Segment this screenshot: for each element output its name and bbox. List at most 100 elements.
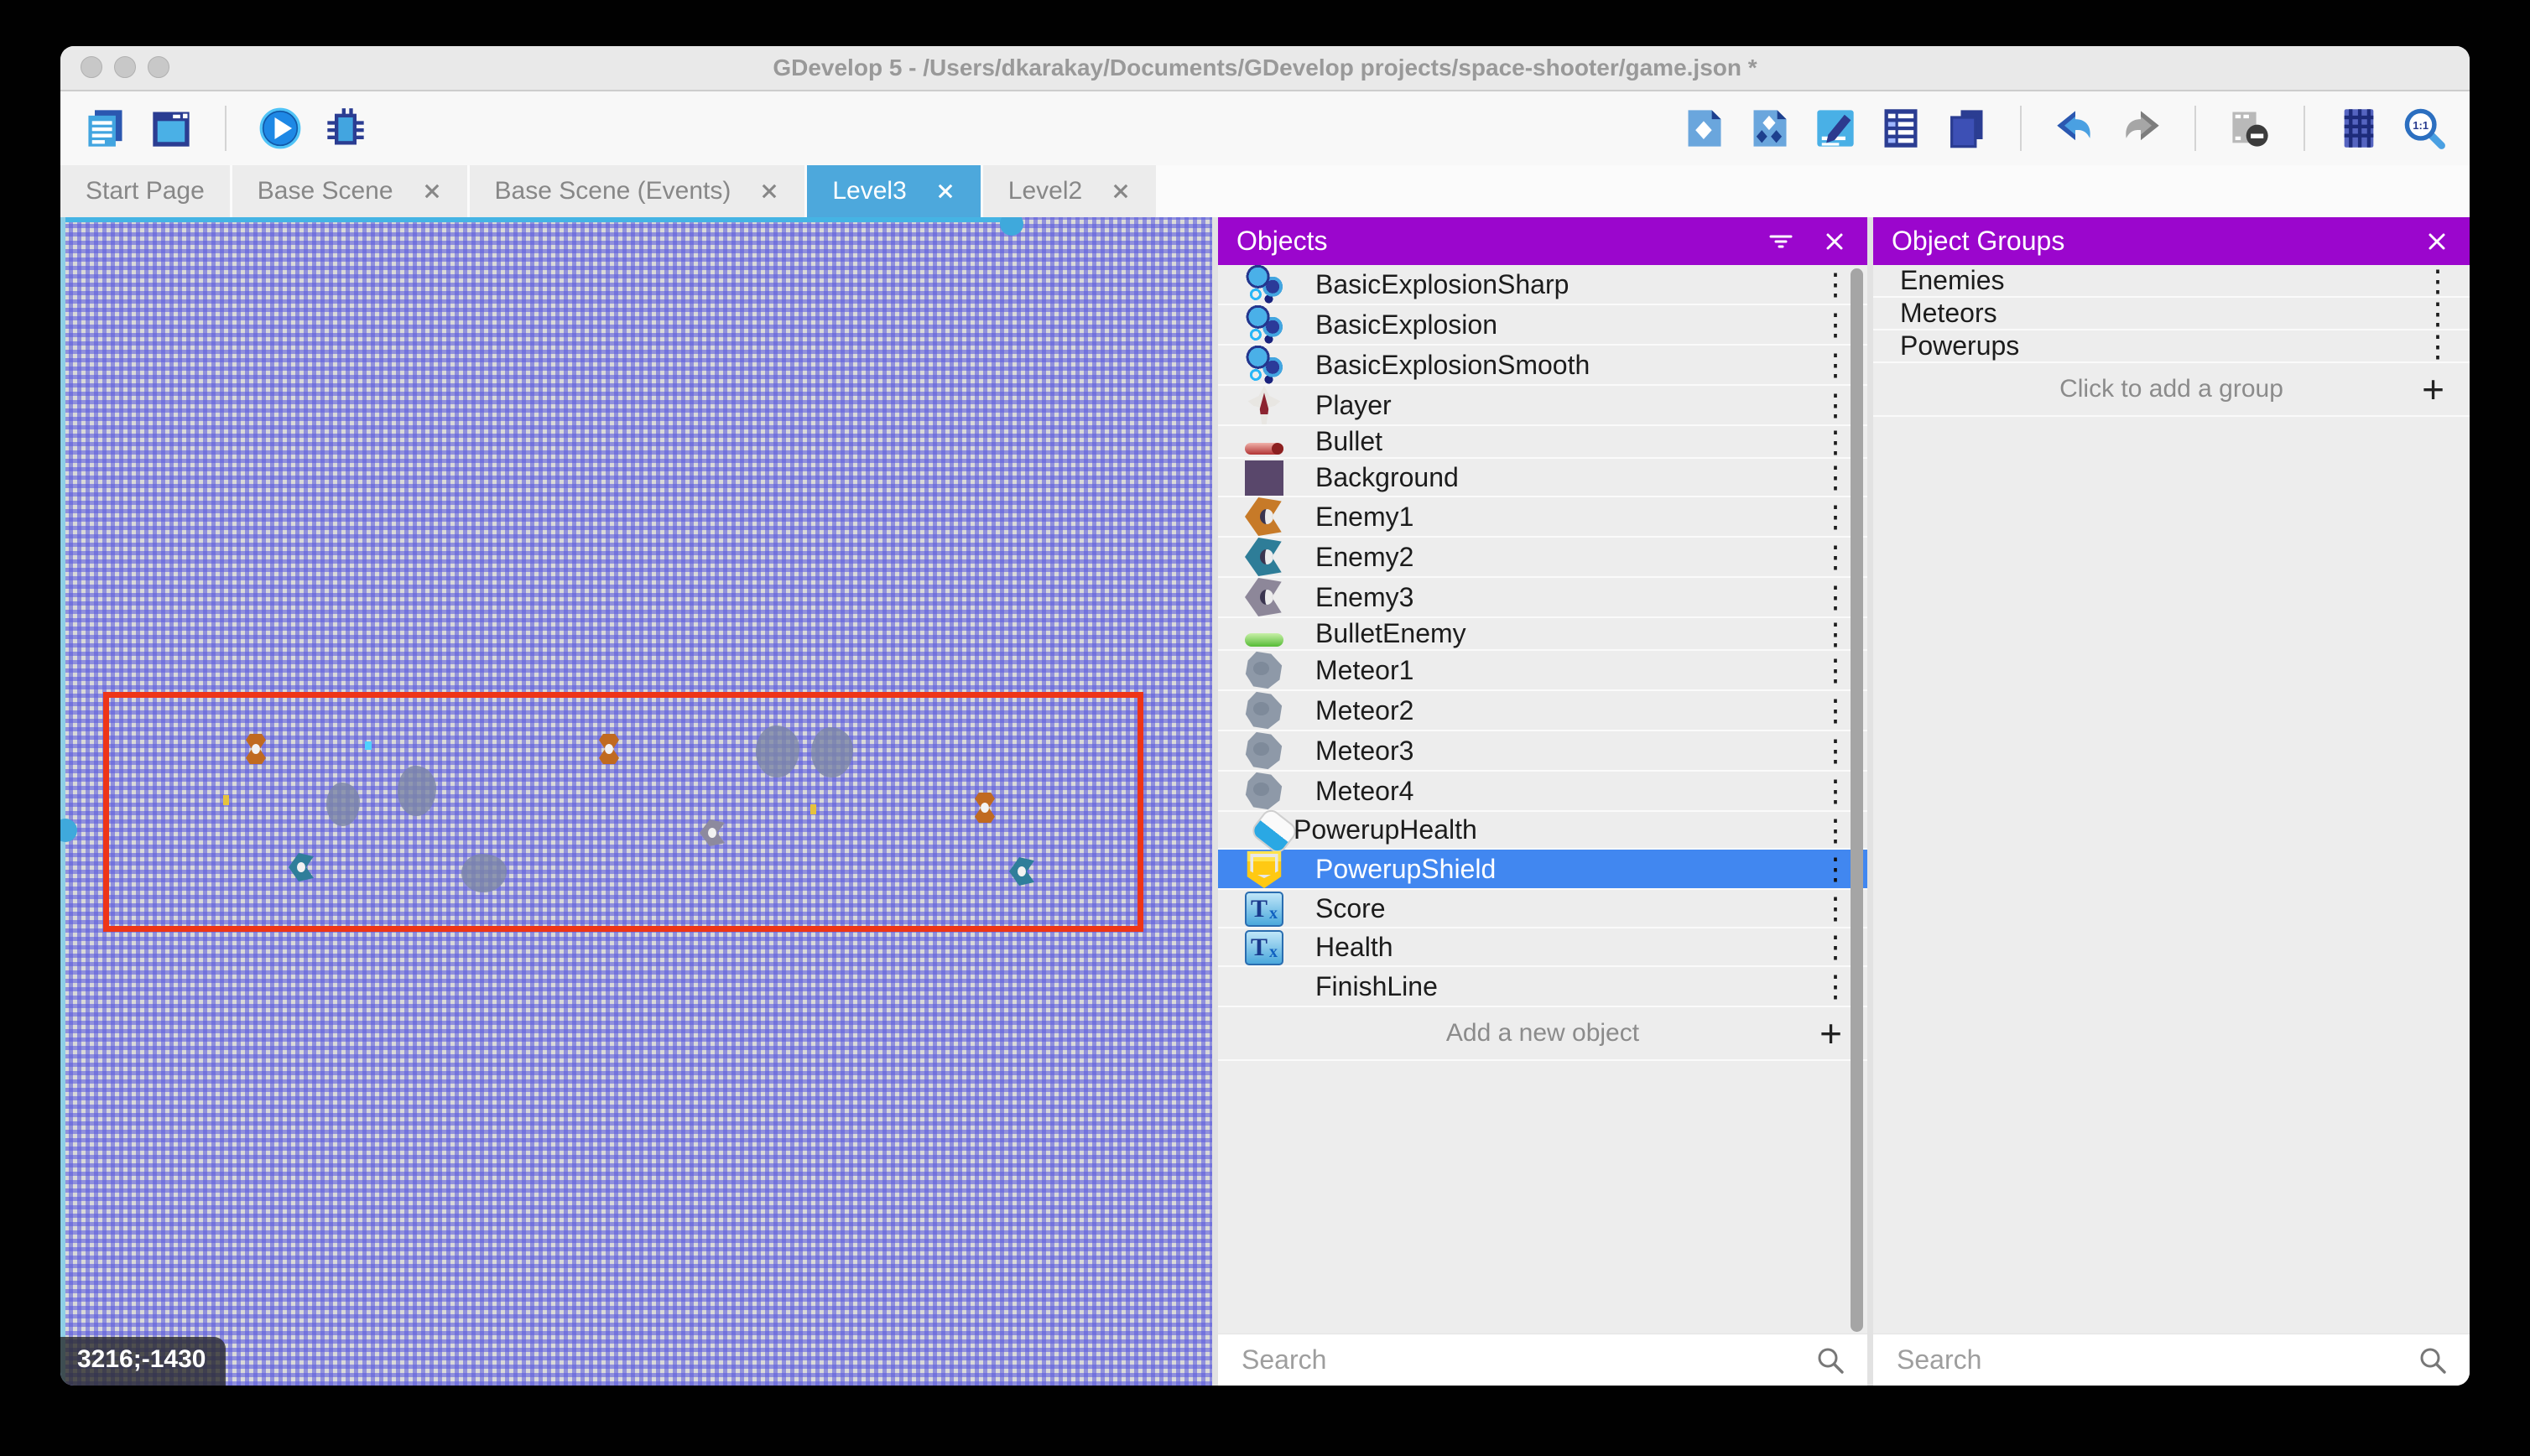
- objects-list-scrollbar[interactable]: [1851, 268, 1863, 1332]
- row-menu-button[interactable]: ⋮: [1820, 619, 1849, 649]
- object-row-basicexplosion[interactable]: BasicExplosion⋮: [1218, 305, 1867, 346]
- canvas-vertical-scrollbar[interactable]: [60, 217, 65, 1386]
- group-row-meteors[interactable]: Meteors⋮: [1873, 298, 2470, 330]
- row-menu-button[interactable]: ⋮: [1820, 893, 1849, 923]
- redo-icon[interactable]: [2119, 107, 2163, 150]
- object-row-poweruphealth[interactable]: PowerupHealth⋮: [1218, 812, 1867, 850]
- row-menu-button[interactable]: ⋮: [1820, 695, 1849, 725]
- preview-play-icon[interactable]: [258, 107, 302, 150]
- plus-icon[interactable]: +: [2422, 370, 2444, 408]
- tab-start-page[interactable]: Start Page: [60, 165, 230, 217]
- dot-yellow-sprite[interactable]: [223, 795, 229, 805]
- object-label: Enemy3: [1315, 582, 1820, 613]
- traffic-lights: [81, 56, 169, 78]
- objects-panel-icon[interactable]: [1683, 107, 1726, 150]
- object-row-score[interactable]: Score⋮: [1218, 890, 1867, 928]
- close-window-icon[interactable]: [81, 56, 102, 78]
- row-menu-button[interactable]: ⋮: [1820, 350, 1849, 380]
- tab-level3[interactable]: Level3: [807, 165, 980, 217]
- add-group-button[interactable]: Click to add a group +: [1873, 363, 2470, 417]
- row-menu-button[interactable]: ⋮: [2423, 299, 2451, 329]
- powerup-shield-icon: [1245, 850, 1283, 888]
- object-row-meteor4[interactable]: Meteor4⋮: [1218, 772, 1867, 812]
- object-groups-panel-icon[interactable]: [1748, 107, 1792, 150]
- canvas-horizontal-scroll-handle[interactable]: [1000, 217, 1023, 236]
- tab-base-scene[interactable]: Base Scene: [232, 165, 467, 217]
- scene-editor-icon[interactable]: [149, 107, 193, 150]
- object-label: Health: [1315, 932, 1820, 963]
- object-row-enemy3[interactable]: Enemy3⋮: [1218, 578, 1867, 618]
- properties-panel-icon[interactable]: [1814, 107, 1857, 150]
- panel-divider[interactable]: [1867, 217, 1873, 1386]
- group-row-powerups[interactable]: Powerups⋮: [1873, 330, 2470, 363]
- row-menu-button[interactable]: ⋮: [2423, 266, 2451, 296]
- tab-label: Level2: [1008, 177, 1082, 205]
- row-menu-button[interactable]: ⋮: [1820, 582, 1849, 612]
- scene-canvas[interactable]: 3216;-1430: [60, 217, 1212, 1386]
- row-menu-button[interactable]: ⋮: [1820, 971, 1849, 1001]
- tab-bar: Start PageBase SceneBase Scene (Events)L…: [60, 165, 2470, 217]
- minimize-window-icon[interactable]: [114, 56, 136, 78]
- row-menu-button[interactable]: ⋮: [1820, 462, 1849, 492]
- object-row-finishline[interactable]: FinishLine⋮: [1218, 967, 1867, 1007]
- add-object-button[interactable]: Add a new object +: [1218, 1007, 1867, 1061]
- row-menu-button[interactable]: ⋮: [1820, 776, 1849, 806]
- debug-icon[interactable]: [324, 107, 367, 150]
- row-menu-button[interactable]: ⋮: [1820, 854, 1849, 884]
- undo-icon[interactable]: [2054, 107, 2097, 150]
- row-menu-button[interactable]: ⋮: [1820, 736, 1849, 766]
- groups-search-input[interactable]: [1895, 1344, 2418, 1376]
- plus-icon[interactable]: +: [1819, 1014, 1842, 1053]
- object-row-basicexplosionsmooth[interactable]: BasicExplosionSmooth⋮: [1218, 346, 1867, 386]
- close-icon[interactable]: [1820, 227, 1849, 256]
- object-groups-panel-title: Object Groups: [1892, 226, 2064, 257]
- canvas-vertical-scroll-handle[interactable]: [60, 819, 77, 842]
- tab-close-icon[interactable]: [1111, 181, 1131, 201]
- tab-level2[interactable]: Level2: [983, 165, 1156, 217]
- panel-divider[interactable]: [1212, 217, 1218, 1386]
- canvas-horizontal-scrollbar[interactable]: [60, 217, 1022, 222]
- object-row-enemy2[interactable]: Enemy2⋮: [1218, 538, 1867, 578]
- row-menu-button[interactable]: ⋮: [1820, 309, 1849, 340]
- tab-base-scene-events[interactable]: Base Scene (Events): [470, 165, 805, 217]
- project-manager-icon[interactable]: [84, 107, 128, 150]
- filter-icon[interactable]: [1767, 227, 1795, 256]
- row-menu-button[interactable]: ⋮: [1820, 427, 1849, 457]
- object-row-player[interactable]: Player⋮: [1218, 386, 1867, 426]
- row-menu-button[interactable]: ⋮: [2423, 331, 2451, 361]
- object-row-health[interactable]: Health⋮: [1218, 928, 1867, 967]
- svg-text:1:1: 1:1: [2413, 119, 2428, 132]
- row-menu-button[interactable]: ⋮: [1820, 932, 1849, 962]
- dot-cyan-sprite[interactable]: [365, 741, 372, 750]
- content-area: 3216;-1430 Objects BasicExplosionSharp⋮B…: [60, 217, 2470, 1386]
- row-menu-button[interactable]: ⋮: [1820, 655, 1849, 685]
- layers-panel-icon[interactable]: [1944, 107, 1988, 150]
- row-menu-button[interactable]: ⋮: [1820, 542, 1849, 572]
- row-menu-button[interactable]: ⋮: [1820, 390, 1849, 420]
- object-row-background[interactable]: Background⋮: [1218, 459, 1867, 497]
- grid-icon[interactable]: [2337, 107, 2381, 150]
- objects-search-input[interactable]: [1240, 1344, 1815, 1376]
- window-mask-icon[interactable]: [2228, 107, 2272, 150]
- row-menu-button[interactable]: ⋮: [1820, 815, 1849, 845]
- dot-yellow-sprite[interactable]: [810, 804, 816, 814]
- object-row-bulletenemy[interactable]: BulletEnemy⋮: [1218, 618, 1867, 651]
- zoom-1-1-icon[interactable]: 1:1: [2402, 107, 2446, 150]
- row-menu-button[interactable]: ⋮: [1820, 502, 1849, 532]
- object-row-enemy1[interactable]: Enemy1⋮: [1218, 497, 1867, 538]
- object-row-meteor3[interactable]: Meteor3⋮: [1218, 731, 1867, 772]
- close-icon[interactable]: [2423, 227, 2451, 256]
- tab-close-icon[interactable]: [422, 181, 442, 201]
- groups-search-bar: [1873, 1334, 2470, 1386]
- group-row-enemies[interactable]: Enemies⋮: [1873, 265, 2470, 298]
- tab-close-icon[interactable]: [759, 181, 779, 201]
- object-row-meteor1[interactable]: Meteor1⋮: [1218, 651, 1867, 691]
- row-menu-button[interactable]: ⋮: [1820, 269, 1849, 299]
- object-row-powerupshield[interactable]: PowerupShield⋮: [1218, 850, 1867, 890]
- object-row-bullet[interactable]: Bullet⋮: [1218, 426, 1867, 459]
- instances-list-icon[interactable]: [1879, 107, 1923, 150]
- object-row-meteor2[interactable]: Meteor2⋮: [1218, 691, 1867, 731]
- tab-close-icon[interactable]: [935, 181, 955, 201]
- maximize-window-icon[interactable]: [148, 56, 169, 78]
- object-row-basicexplosionsharp[interactable]: BasicExplosionSharp⋮: [1218, 265, 1867, 305]
